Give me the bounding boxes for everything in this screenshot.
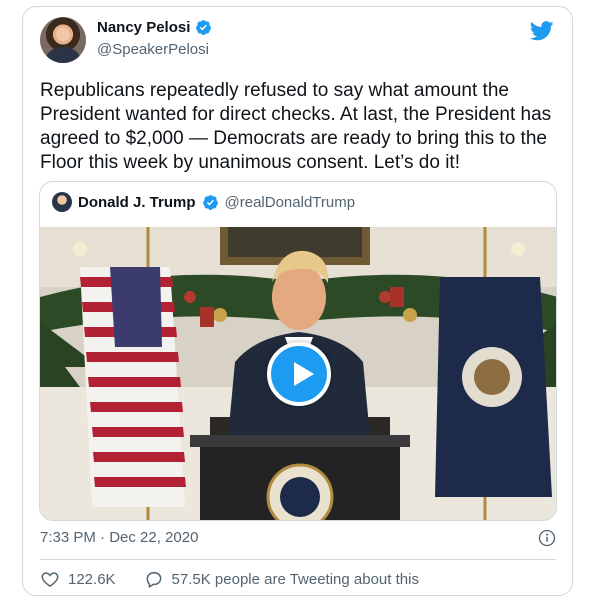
speech-bubble-icon (146, 572, 161, 588)
twitter-bird-icon[interactable] (530, 21, 554, 41)
author-avatar[interactable] (40, 17, 86, 63)
author-name-row[interactable]: Nancy Pelosi (97, 19, 212, 36)
info-icon[interactable] (538, 529, 556, 547)
quoted-author-avatar[interactable] (52, 192, 72, 212)
like-button[interactable]: 122.6K (40, 569, 116, 589)
conversation-link[interactable]: 57.5K people are Tweeting about this (144, 569, 419, 589)
tweet-text: Republicans repeatedly refused to say wh… (40, 80, 552, 173)
embedded-tweet-card[interactable]: Nancy Pelosi @SpeakerPelosi Republicans … (22, 6, 573, 596)
quoted-author-name[interactable]: Donald J. Trump (78, 194, 196, 211)
like-count: 122.6K (68, 570, 116, 588)
author-name[interactable]: Nancy Pelosi (97, 19, 190, 36)
play-button[interactable] (267, 342, 331, 406)
quoted-tweet[interactable]: Donald J. Trump @realDonaldTrump (39, 181, 557, 521)
quoted-author-handle[interactable]: @realDonaldTrump (225, 194, 356, 211)
quoted-tweet-header: Donald J. Trump @realDonaldTrump (52, 191, 355, 213)
heart-icon (41, 572, 59, 587)
divider (40, 559, 556, 560)
author-handle[interactable]: @SpeakerPelosi (97, 41, 209, 58)
tweet-actions: 122.6K 57.5K people are Tweeting about t… (40, 567, 419, 591)
conversation-text: 57.5K people are Tweeting about this (171, 570, 419, 588)
verified-badge-icon (196, 20, 212, 35)
verified-badge-icon (202, 194, 218, 210)
tweet-header: Nancy Pelosi @SpeakerPelosi (40, 17, 556, 67)
video-player[interactable] (40, 227, 556, 520)
tweet-timestamp[interactable]: 7:33 PM · Dec 22, 2020 (40, 529, 198, 546)
